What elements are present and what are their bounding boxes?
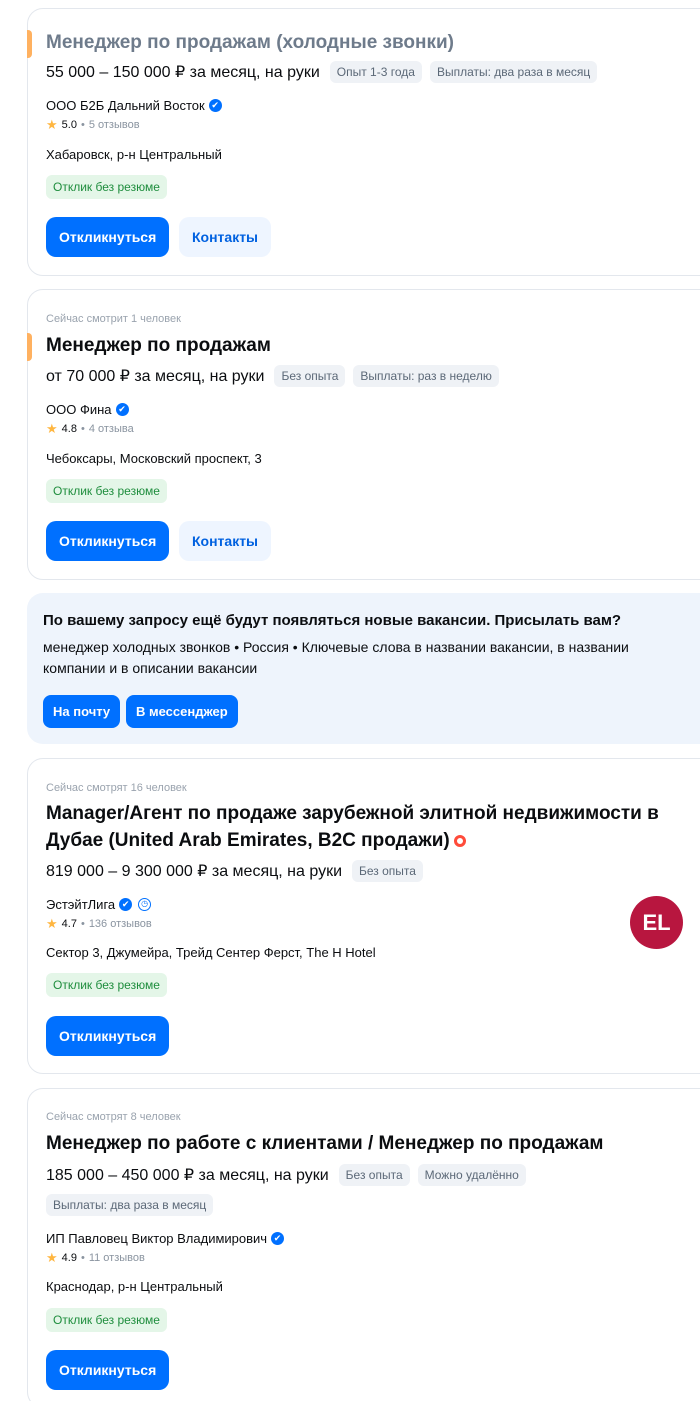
vacancy-title[interactable]: Менеджер по продажам [46,332,676,359]
rating-value: 5.0 [61,119,77,131]
experience-tag: Без опыта [338,1164,410,1186]
hot-vacancy-icon [453,834,466,847]
reviews-link[interactable]: 11 отзывов [89,1252,145,1264]
company: ООО Фина ✔ [46,402,129,417]
vacancy-title-text[interactable]: Manager/Агент по продаже зарубежной элит… [46,803,659,851]
rating: ★ 4.8 • 4 отзыва [46,421,134,437]
company: ЭстэйтЛига ✔ ◷ [46,897,152,912]
reviews-link[interactable]: 5 отзывов [89,119,140,131]
apply-button[interactable]: Откликнуться [46,1016,170,1056]
separator: • [80,423,85,435]
experience-tag: Без опыта [352,860,423,882]
rating: ★ 4.7 • 136 отзывов [46,916,152,932]
experience-tag: Без опыта [274,365,346,387]
vacancy-card[interactable]: Сейчас смотрят 8 человек Менеджер по раб… [27,1088,700,1401]
verified-icon: ✔ [115,403,129,416]
salary-row: 55 000 – 150 000 ₽ за месяц, на руки Опы… [46,61,598,83]
apply-button[interactable]: Откликнуться [46,1350,170,1390]
company-name[interactable]: ООО Фина [46,402,112,417]
location: Хабаровск, р-н Центральный [46,147,222,162]
rating: ★ 5.0 • 5 отзывов [46,117,140,133]
vacancy-card[interactable]: Сейчас смотрят 16 человек Manager/Агент … [27,758,700,1074]
payout-tag: Выплаты: раз в неделю [353,365,499,387]
vacancy-title[interactable]: Менеджер по продажам (холодные звонки) [46,29,676,56]
watching-count: Сейчас смотрит 1 человек [46,313,181,325]
company-logo[interactable]: EL [630,896,683,949]
verified-icon: ✔ [271,1232,285,1245]
company-name[interactable]: ЭстэйтЛига [46,897,115,912]
watching-count: Сейчас смотрят 16 человек [46,782,187,794]
email-subscribe-button[interactable]: На почту [43,695,121,728]
rating-value: 4.9 [61,1252,77,1264]
no-resume-badge: Отклик без резюме [46,479,167,503]
highlight-marker [27,333,32,361]
reviews-link[interactable]: 136 отзывов [89,918,152,930]
reviews-link[interactable]: 4 отзыва [89,423,134,435]
salary-row: 819 000 – 9 300 000 ₽ за месяц, на руки … [46,860,423,882]
company-name[interactable]: ИП Павловец Виктор Владимирович [46,1231,267,1246]
vacancy-title[interactable]: Менеджер по работе с клиентами / Менедже… [46,1130,676,1157]
contacts-button[interactable]: Контакты [179,521,272,561]
salary-row: 185 000 – 450 000 ₽ за месяц, на руки Бе… [46,1164,526,1186]
highlight-marker [27,30,32,58]
payout-tag: Выплаты: два раза в месяц [46,1194,214,1216]
salary-row: от 70 000 ₽ за месяц, на руки Без опыта … [46,365,499,387]
separator: • [80,119,85,131]
rating-value: 4.8 [61,423,77,435]
vacancy-title[interactable]: Manager/Агент по продаже зарубежной элит… [46,800,676,854]
payout-tag: Выплаты: два раза в месяц [429,61,598,83]
salary: 55 000 – 150 000 ₽ за месяц, на руки [46,64,320,81]
separator: • [80,1252,85,1264]
company: ООО Б2Б Дальний Восток ✔ [46,98,222,113]
subscribe-description: менеджер холодных звонков • Россия • Клю… [43,639,629,676]
star-icon: ★ [46,421,58,436]
star-icon: ★ [46,117,58,132]
watching-count: Сейчас смотрят 8 человек [46,1111,181,1123]
no-resume-badge: Отклик без резюме [46,1308,167,1332]
no-resume-badge: Отклик без резюме [46,175,167,199]
star-icon: ★ [46,916,58,931]
trusted-employer-icon: ◷ [138,898,152,911]
remote-tag: Можно удалённо [417,1164,526,1186]
star-icon: ★ [46,1250,58,1265]
location: Сектор 3, Джумейра, Трейд Сентер Ферст, … [46,945,376,960]
separator: • [80,918,85,930]
salary: от 70 000 ₽ за месяц, на руки [46,368,265,385]
salary: 819 000 – 9 300 000 ₽ за месяц, на руки [46,863,343,880]
contacts-button[interactable]: Контакты [179,217,272,257]
vacancy-card[interactable]: Менеджер по продажам (холодные звонки) 5… [27,8,700,276]
company-name[interactable]: ООО Б2Б Дальний Восток [46,98,205,113]
location: Краснодар, р-н Центральный [46,1279,223,1294]
subscribe-title: По вашему запросу ещё будут появляться н… [43,612,622,629]
subscribe-banner: По вашему запросу ещё будут появляться н… [27,593,700,744]
verified-icon: ✔ [208,99,222,112]
location: Чебоксары, Московский проспект, 3 [46,451,262,466]
messenger-subscribe-button[interactable]: В мессенджер [126,695,238,728]
apply-button[interactable]: Откликнуться [46,521,170,561]
experience-tag: Опыт 1-3 года [329,61,422,83]
tag-row: Выплаты: два раза в месяц [46,1194,214,1216]
apply-button[interactable]: Откликнуться [46,217,170,257]
salary: 185 000 – 450 000 ₽ за месяц, на руки [46,1167,329,1184]
vacancy-card[interactable]: Сейчас смотрит 1 человек Менеджер по про… [27,289,700,580]
rating-value: 4.7 [61,918,77,930]
verified-icon: ✔ [119,898,133,911]
company: ИП Павловец Виктор Владимирович ✔ [46,1231,285,1246]
rating: ★ 4.9 • 11 отзывов [46,1250,145,1266]
no-resume-badge: Отклик без резюме [46,973,167,997]
